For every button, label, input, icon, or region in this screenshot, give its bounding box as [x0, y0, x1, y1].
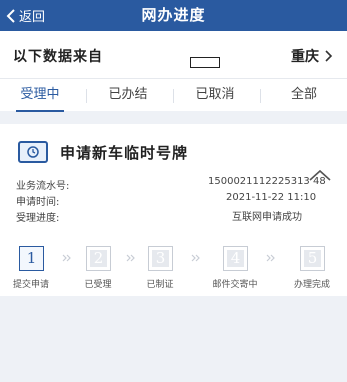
step-number: 1 [26, 249, 37, 267]
service-name: 申请新车临时号牌 [60, 144, 189, 162]
license-plate-icon [18, 141, 48, 163]
step-number: 4 [230, 249, 241, 267]
step-3-box: 3 [148, 246, 173, 271]
step-label: 已受理 [84, 280, 112, 290]
blank-box [190, 57, 220, 68]
tab-label: 全部 [290, 87, 317, 102]
step-label: 已制证 [146, 280, 174, 290]
step-label: 办理完成 [293, 280, 330, 290]
status-tabs: 受理中 已办结 已取消 全部 [0, 78, 347, 112]
tab-cancelled[interactable]: 已取消 [187, 79, 243, 112]
double-chevron-icon [126, 254, 135, 262]
progress-label: 受理进度: [16, 213, 60, 224]
tab-divider [86, 89, 87, 103]
tab-label: 已办结 [108, 87, 148, 102]
apply-time-label: 申请时间: [16, 197, 60, 208]
tab-divider [173, 89, 174, 103]
data-source-label: 以下数据来自 [13, 49, 103, 65]
step-number: 2 [93, 249, 104, 267]
top-bar: 返回 网办进度 [0, 0, 347, 31]
double-chevron-icon [191, 254, 200, 262]
step-number: 3 [155, 249, 166, 267]
serial-number-value: 1500021112225313 48 [208, 176, 326, 187]
city-name: 重庆 [291, 49, 319, 65]
tab-label: 已取消 [195, 87, 235, 102]
apply-time-value: 2021-11-22 11:10 [226, 192, 317, 203]
chevron-right-icon [325, 50, 333, 62]
step-label: 提交申请 [12, 280, 49, 290]
double-chevron-icon [266, 254, 275, 262]
step-2-box: 2 [86, 246, 111, 271]
tab-completed[interactable]: 已办结 [100, 79, 156, 112]
progress-steps: 1 提交申请 2 已受理 3 已制证 4 邮件交寄中 5 办理完成 [0, 246, 347, 294]
page-title: 网办进度 [141, 6, 206, 24]
serial-number-label: 业务流水号: [16, 181, 70, 192]
step-5-box: 5 [300, 246, 325, 271]
step-label: 邮件交寄中 [212, 280, 258, 290]
city-selector[interactable]: 重庆 [291, 46, 333, 66]
step-4-box: 4 [223, 246, 248, 271]
progress-value: 互联网申请成功 [232, 212, 302, 223]
tab-divider [260, 89, 261, 103]
tab-all[interactable]: 全部 [276, 79, 332, 112]
data-source-row: 以下数据来自 重庆 [0, 31, 347, 78]
tab-processing[interactable]: 受理中 [12, 79, 68, 112]
double-chevron-icon [62, 254, 71, 262]
step-number: 5 [307, 249, 318, 267]
tab-active-underline [16, 110, 64, 112]
step-1-box: 1 [19, 246, 44, 271]
tab-label: 受理中 [20, 87, 60, 102]
